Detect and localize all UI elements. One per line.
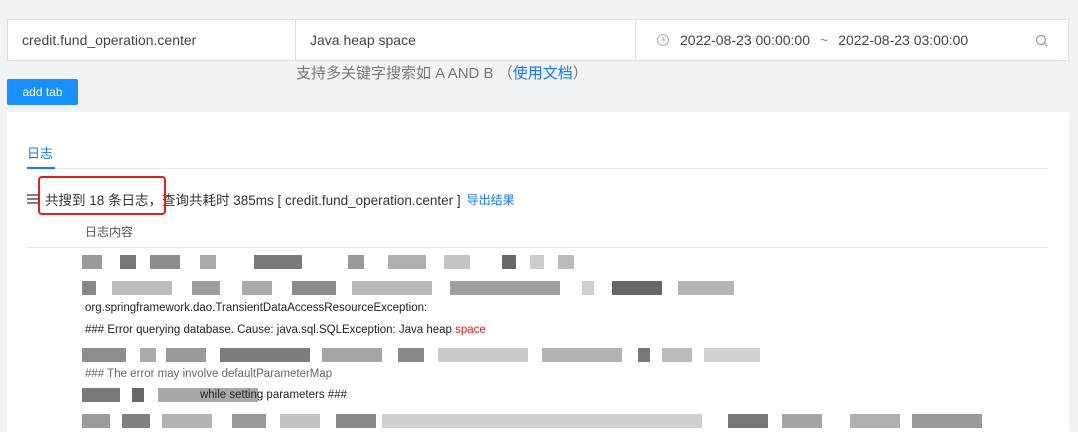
log-panel: 日志 共搜到 18 条日志， 查询共耗时 385ms [ credit.fund… (7, 112, 1069, 432)
keyword-input[interactable]: Java heap space (296, 20, 636, 60)
redacted-block (82, 388, 120, 402)
redacted-block (850, 414, 900, 428)
tab-divider (27, 168, 1048, 169)
search-bar: credit.fund_operation.center Java heap s… (7, 19, 1069, 61)
redacted-row (82, 255, 622, 269)
search-icon[interactable] (1034, 33, 1050, 49)
log-line: ### The error may involve defaultParamet… (85, 368, 333, 380)
export-results-link[interactable]: 导出结果 (467, 191, 515, 208)
redacted-block (912, 414, 982, 428)
time-end: 2022-08-23 03:00:00 (838, 32, 969, 48)
redacted-block (782, 414, 822, 428)
search-hint-text: 支持多关键字搜索如 A AND B （ (296, 65, 513, 82)
search-hint: 支持多关键字搜索如 A AND B （使用文档） (296, 62, 588, 83)
log-line-text: ### Error querying database. Cause: java… (85, 324, 456, 336)
log-line: ### The error occurred while setting par… (197, 389, 347, 401)
redacted-block (112, 281, 172, 295)
redacted-block (582, 281, 594, 295)
time-start: 2022-08-23 00:00:00 (680, 32, 810, 48)
app-select-value: credit.fund_operation.center (22, 32, 197, 48)
redacted-block (82, 281, 96, 295)
keyword-highlight: space (455, 324, 486, 336)
redacted-block (200, 255, 216, 269)
redacted-block (292, 281, 336, 295)
redacted-block (120, 255, 136, 269)
redacted-block (704, 348, 760, 362)
redacted-block (348, 255, 364, 269)
redacted-block (678, 281, 734, 295)
redacted-block (82, 348, 126, 362)
search-hint-close: ） (572, 65, 588, 82)
redacted-block (382, 414, 702, 428)
redacted-row (82, 281, 734, 295)
docs-link[interactable]: 使用文档 (513, 65, 573, 82)
redacted-block (438, 348, 528, 362)
redacted-block (162, 414, 212, 428)
time-range-separator: ~ (820, 32, 829, 48)
redacted-block (558, 255, 574, 269)
redacted-block (220, 348, 310, 362)
redacted-block (450, 281, 560, 295)
redacted-block (444, 255, 470, 269)
redacted-block (502, 255, 516, 269)
redacted-block (82, 414, 110, 428)
app-select[interactable]: credit.fund_operation.center (8, 20, 296, 60)
redacted-block (352, 281, 432, 295)
keyword-input-value: Java heap space (310, 32, 416, 48)
redacted-block (150, 255, 180, 269)
redacted-block (530, 255, 544, 269)
column-header-log-content: 日志内容 (85, 225, 134, 239)
time-range-picker[interactable]: 2022-08-23 00:00:00 ~ 2022-08-23 03:00:0… (636, 20, 1068, 60)
redacted-block (662, 348, 692, 362)
redacted-block (728, 414, 768, 428)
log-line: ### Error querying database. Cause: java… (85, 324, 486, 336)
redacted-block (232, 414, 266, 428)
tab-logs[interactable]: 日志 (27, 143, 53, 162)
log-line: org.springframework.dao.TransientDataAcc… (85, 302, 428, 314)
redacted-block (132, 388, 144, 402)
redacted-block (388, 255, 426, 269)
redacted-block (638, 348, 650, 362)
tab-active-indicator (27, 167, 55, 169)
redacted-block (254, 255, 302, 269)
column-header-divider (27, 247, 1048, 248)
redacted-block (612, 281, 662, 295)
annotation-highlight-box (38, 176, 166, 215)
clock-icon (657, 34, 669, 46)
add-tab-button[interactable]: add tab (7, 79, 78, 105)
query-info: 查询共耗时 385ms [ credit.fund_operation.cent… (162, 193, 461, 208)
redacted-block (280, 414, 320, 428)
redacted-block (398, 348, 424, 362)
redacted-block (122, 414, 150, 428)
redacted-block (82, 255, 102, 269)
redacted-block (242, 281, 272, 295)
redacted-block (192, 281, 220, 295)
redacted-block (140, 348, 156, 362)
redacted-block (166, 348, 206, 362)
redacted-block (322, 348, 382, 362)
redacted-row (82, 414, 992, 428)
redacted-row (82, 348, 762, 362)
redacted-block (336, 414, 376, 428)
redacted-block (542, 348, 622, 362)
